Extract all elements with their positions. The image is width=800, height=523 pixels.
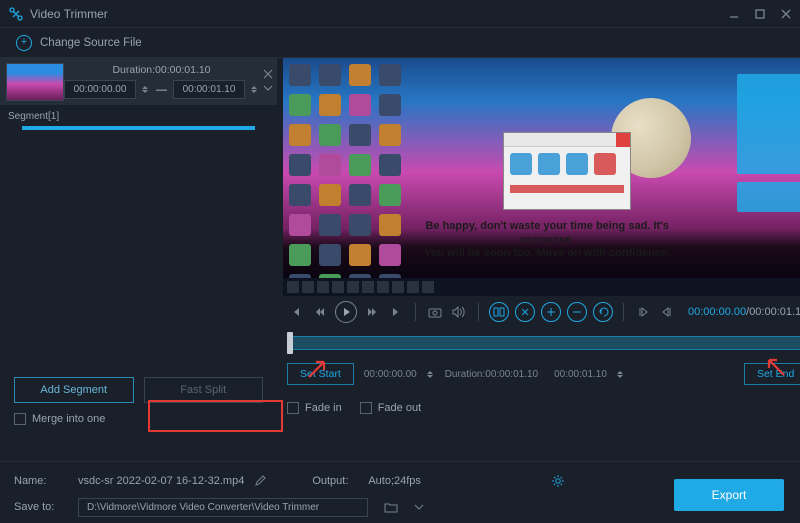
fade-out-checkbox[interactable]: [360, 402, 372, 414]
merge-checkbox[interactable]: [14, 413, 26, 425]
playback-controls: 00:00:00.00/00:00:01.10: [283, 296, 800, 328]
segment-progress: [22, 126, 255, 130]
fade-in-checkbox[interactable]: [287, 402, 299, 414]
arrow-annotation-right: [765, 356, 785, 376]
split-view-button[interactable]: [489, 302, 509, 322]
playback-time: 00:00:00.00/00:00:01.10: [688, 306, 800, 318]
volume-button[interactable]: [450, 303, 468, 321]
app-logo-icon: [8, 6, 24, 22]
maximize-button[interactable]: [754, 8, 766, 20]
close-button[interactable]: [780, 8, 792, 20]
end-stepper[interactable]: [251, 86, 259, 93]
add-source-icon[interactable]: +: [16, 35, 32, 51]
path-dropdown-icon[interactable]: [414, 502, 424, 512]
start-stepper[interactable]: [142, 86, 150, 93]
trim-slider[interactable]: [287, 330, 800, 356]
fade-in-label: Fade in: [305, 402, 342, 414]
browse-folder-icon[interactable]: [384, 501, 398, 513]
fade-out-label: Fade out: [378, 402, 421, 414]
preview-panel: Be happy, don't waste your time being sa…: [277, 58, 800, 433]
next-frame-button[interactable]: [387, 303, 405, 321]
export-button[interactable]: Export: [674, 479, 784, 511]
bottom-bar: Name: vsdc-sr 2022-02-07 16-12-32.mp4 Ou…: [0, 461, 800, 523]
arrow-annotation-left: [306, 358, 326, 378]
output-label: Output:: [312, 475, 358, 487]
minimize-button[interactable]: [728, 8, 740, 20]
step-fwd-button[interactable]: [363, 303, 381, 321]
toolbar: + Change Source File: [0, 28, 800, 58]
title-bar: Video Trimmer: [0, 0, 800, 28]
mark-out-button[interactable]: [658, 303, 676, 321]
output-settings-icon[interactable]: [551, 474, 565, 488]
end-time-value[interactable]: 00:00:01.10: [548, 369, 613, 380]
cut-button[interactable]: [515, 302, 535, 322]
video-caption: Be happy, don't waste your time being sa…: [407, 220, 687, 260]
segment-duration-label: Duration:00:00:01.10: [112, 64, 210, 78]
segment-end-input[interactable]: 00:00:01.10: [173, 80, 245, 99]
edit-name-icon[interactable]: [254, 475, 266, 487]
video-preview[interactable]: Be happy, don't waste your time being sa…: [283, 58, 800, 296]
undo-button[interactable]: [593, 302, 613, 322]
save-to-label: Save to:: [14, 501, 68, 513]
snapshot-button[interactable]: [426, 303, 444, 321]
save-path-input[interactable]: D:\Vidmore\Vidmore Video Converter\Video…: [78, 498, 368, 517]
start-time-stepper[interactable]: [427, 371, 435, 378]
trim-inputs-row: Set Start 00:00:00.00 Duration:00:00:01.…: [283, 360, 800, 388]
segment-row[interactable]: Duration:00:00:01.10 00:00:00.00 — 00:00…: [0, 58, 277, 106]
add-segment-button[interactable]: Add Segment: [14, 377, 134, 403]
play-button[interactable]: [335, 301, 357, 323]
dash-label: —: [156, 83, 167, 97]
change-source-button[interactable]: Change Source File: [40, 37, 142, 49]
segments-panel: Duration:00:00:01.10 00:00:00.00 — 00:00…: [0, 58, 277, 433]
name-value: vsdc-sr 2022-02-07 16-12-32.mp4: [78, 475, 244, 487]
mark-in-button[interactable]: [634, 303, 652, 321]
fast-split-button[interactable]: Fast Split: [144, 377, 264, 403]
collapse-icon[interactable]: [263, 83, 273, 93]
end-time-stepper[interactable]: [617, 371, 625, 378]
add-clip-button[interactable]: [541, 302, 561, 322]
app-title: Video Trimmer: [30, 7, 728, 21]
segment-label: Segment[1]: [0, 106, 277, 126]
trim-duration-label: Duration:00:00:01.10: [439, 369, 544, 380]
remove-clip-button[interactable]: [567, 302, 587, 322]
trim-handle-start[interactable]: [287, 332, 293, 354]
step-back-button[interactable]: [311, 303, 329, 321]
remove-segment-icon[interactable]: [263, 69, 273, 79]
output-value: Auto;24fps: [368, 475, 421, 487]
merge-label: Merge into one: [32, 413, 105, 425]
start-time-value[interactable]: 00:00:00.00: [358, 369, 423, 380]
name-label: Name:: [14, 475, 68, 487]
prev-frame-button[interactable]: [287, 303, 305, 321]
segment-thumbnail: [6, 63, 64, 101]
segment-start-input[interactable]: 00:00:00.00: [64, 80, 136, 99]
